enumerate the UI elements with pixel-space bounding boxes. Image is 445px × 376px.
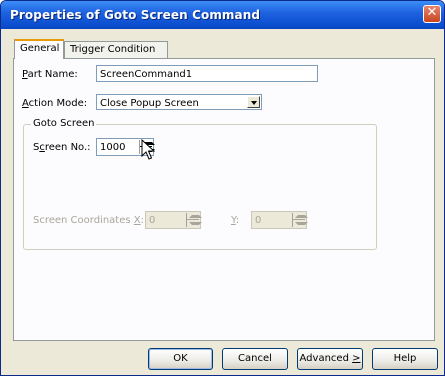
screen-no-value: 1000 [100,142,126,153]
advanced-button[interactable]: Advanced > [297,348,363,370]
spin-up-icon [189,215,202,218]
action-mode-label: Action Mode: [22,98,87,109]
coordinate-y-value: 0 [255,215,262,226]
screen-no-label-text: reen No.: [44,142,91,153]
advanced-button-label: Advanced [299,353,353,364]
help-button[interactable]: Help [372,348,438,370]
screen-coordinates-label-text: : [140,215,145,226]
coordinate-x-spin-buttons [186,213,202,227]
title-bar[interactable]: Properties of Goto Screen Command ✕ [1,1,444,29]
spin-divider [293,219,305,220]
ok-button[interactable]: OK [148,348,213,370]
tab-general[interactable]: General [14,39,64,59]
coordinate-x-value: 0 [149,215,156,226]
part-name-label: Part Name: [22,69,78,80]
part-name-input[interactable]: ScreenCommand1 [96,65,318,82]
screen-coordinates-label-accel: X [133,215,141,226]
properties-dialog: Properties of Goto Screen Command ✕ Gene… [0,0,445,376]
part-name-label-text: art Name: [27,69,78,80]
spin-down-icon [189,222,202,225]
spin-up-icon [295,215,308,218]
spin-divider [187,219,199,220]
action-mode-select[interactable]: Close Popup Screen [96,94,262,110]
coordinate-x-stepper: 0 [145,211,202,229]
cancel-button[interactable]: Cancel [222,348,288,370]
close-button[interactable]: ✕ [423,5,441,23]
screen-no-label: Screen No.: [33,142,91,153]
mouse-pointer-icon [141,139,155,160]
screen-coordinates-label-pre: Screen Coordinates [33,215,134,226]
action-mode-value: Close Popup Screen [100,98,199,109]
chevron-down-icon[interactable] [247,96,260,108]
window-title: Properties of Goto Screen Command [10,8,261,22]
goto-screen-group-label: Goto Screen [31,118,97,129]
coordinate-y-label-text: : [235,215,240,226]
screen-coordinates-label: Screen Coordinates X: [33,215,144,226]
close-icon: ✕ [426,5,438,20]
action-mode-label-text: ction Mode: [28,98,88,109]
tab-trigger-condition[interactable]: Trigger Condition [64,41,168,58]
action-mode-label-accel: A [22,98,29,109]
coordinate-y-spin-buttons [292,213,308,227]
spin-down-icon [295,222,308,225]
coordinate-y-label: Y: [231,215,239,226]
advanced-button-accel: > [352,353,361,364]
coordinate-y-stepper: 0 [251,211,308,229]
